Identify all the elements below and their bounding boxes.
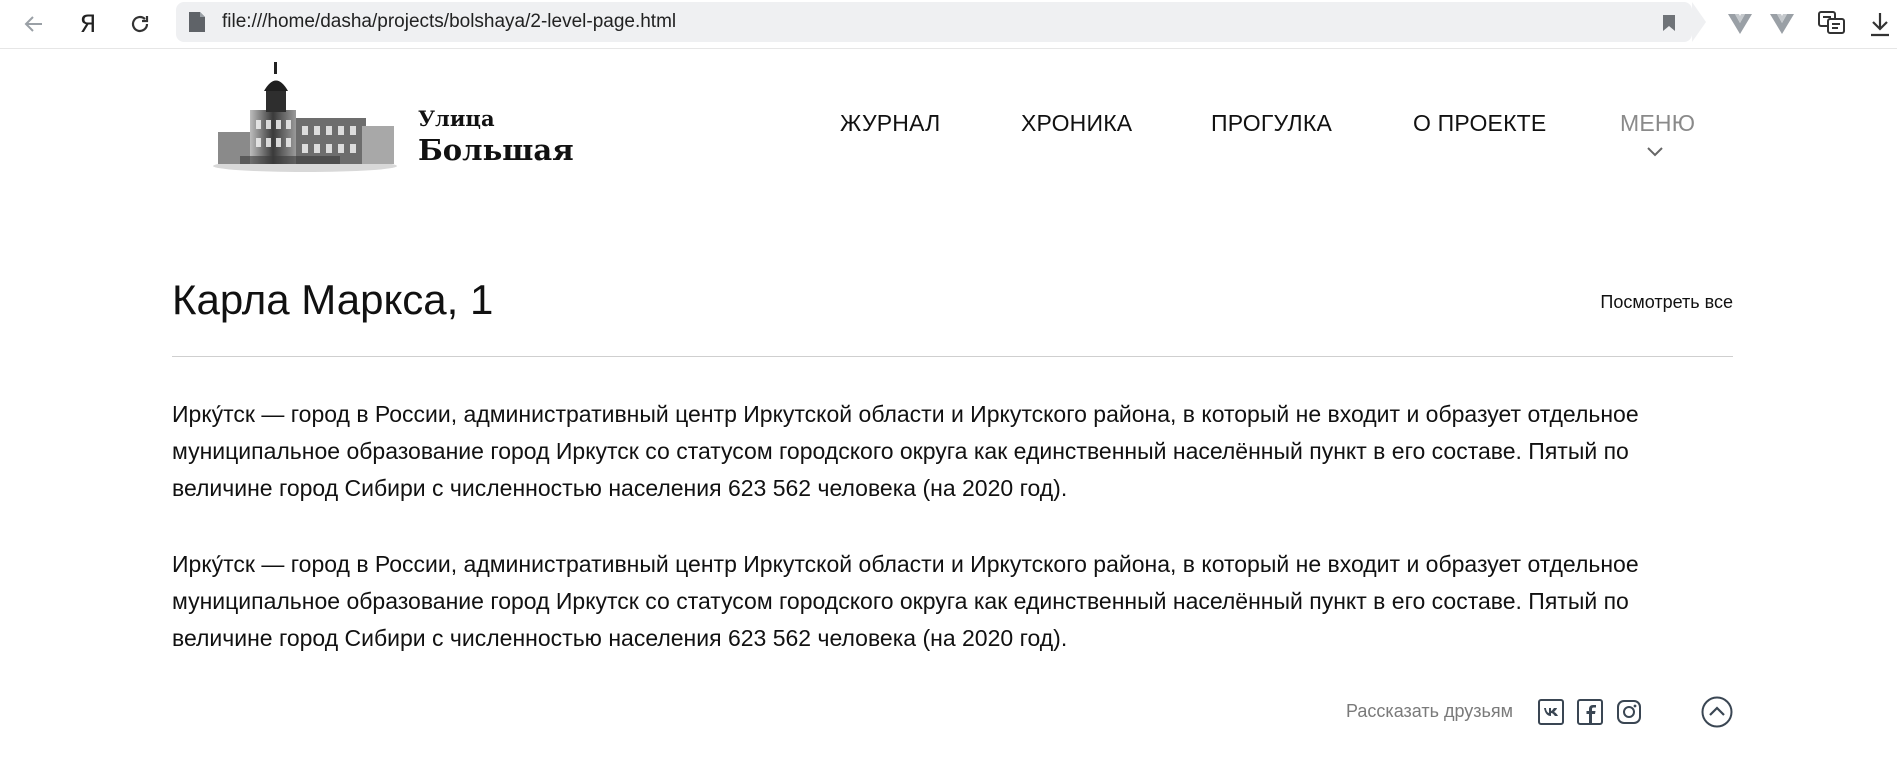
bookmark-icon — [1663, 15, 1675, 31]
extension-button-3[interactable] — [1814, 6, 1850, 42]
extension-button-2[interactable] — [1764, 6, 1800, 42]
arrow-left-icon — [24, 16, 42, 32]
vk-icon — [1538, 699, 1564, 725]
chat-translate-icon — [1818, 11, 1845, 34]
main-navigation: ЖУРНАЛ ХРОНИКА ПРОГУЛКА О ПРОЕКТЕ МЕНЮ — [0, 110, 1897, 140]
chevron-down-icon[interactable] — [1646, 146, 1664, 158]
share-vk-button[interactable] — [1537, 698, 1565, 726]
nav-item-about[interactable]: О ПРОЕКТЕ — [1413, 110, 1546, 137]
extension-button-1[interactable] — [1722, 6, 1758, 42]
yandex-button[interactable]: Я — [72, 8, 104, 40]
title-divider — [172, 356, 1733, 357]
share-facebook-button[interactable] — [1576, 698, 1604, 726]
page-title: Карла Маркса, 1 — [172, 276, 494, 323]
reload-icon — [131, 15, 149, 33]
yandex-logo-icon: Я — [79, 10, 97, 38]
instagram-icon — [1617, 700, 1641, 724]
nav-item-chronicle[interactable]: ХРОНИКА — [1021, 110, 1132, 137]
scroll-to-top-button[interactable] — [1701, 696, 1733, 728]
facebook-icon — [1577, 699, 1603, 725]
browser-toolbar: Я file:///home/dasha/projects/bolshaya/2… — [0, 0, 1897, 49]
address-text[interactable]: file:///home/dasha/projects/bolshaya/2-l… — [222, 11, 676, 33]
nav-item-journal[interactable]: ЖУРНАЛ — [840, 110, 940, 137]
chevron-up-icon — [1709, 706, 1725, 716]
file-icon — [189, 12, 205, 32]
article-paragraph: Ирку́тск — город в России, административ… — [172, 401, 1639, 501]
back-button[interactable] — [18, 8, 50, 40]
vue-devtools-icon — [1728, 14, 1752, 34]
reload-button[interactable] — [124, 8, 156, 40]
view-all-link[interactable]: Посмотреть все — [1600, 292, 1733, 313]
nav-item-menu[interactable]: МЕНЮ — [1620, 110, 1695, 137]
download-icon — [1871, 13, 1889, 37]
downloads-button[interactable] — [1862, 6, 1897, 42]
share-instagram-button[interactable] — [1615, 698, 1643, 726]
vue-devtools-icon — [1770, 14, 1794, 34]
share-label: Рассказать друзьям — [1346, 701, 1514, 721]
nav-item-walk[interactable]: ПРОГУЛКА — [1211, 110, 1332, 137]
article-paragraph: Ирку́тск — город в России, административ… — [172, 551, 1639, 651]
address-bar[interactable]: file:///home/dasha/projects/bolshaya/2-l… — [176, 2, 1706, 42]
